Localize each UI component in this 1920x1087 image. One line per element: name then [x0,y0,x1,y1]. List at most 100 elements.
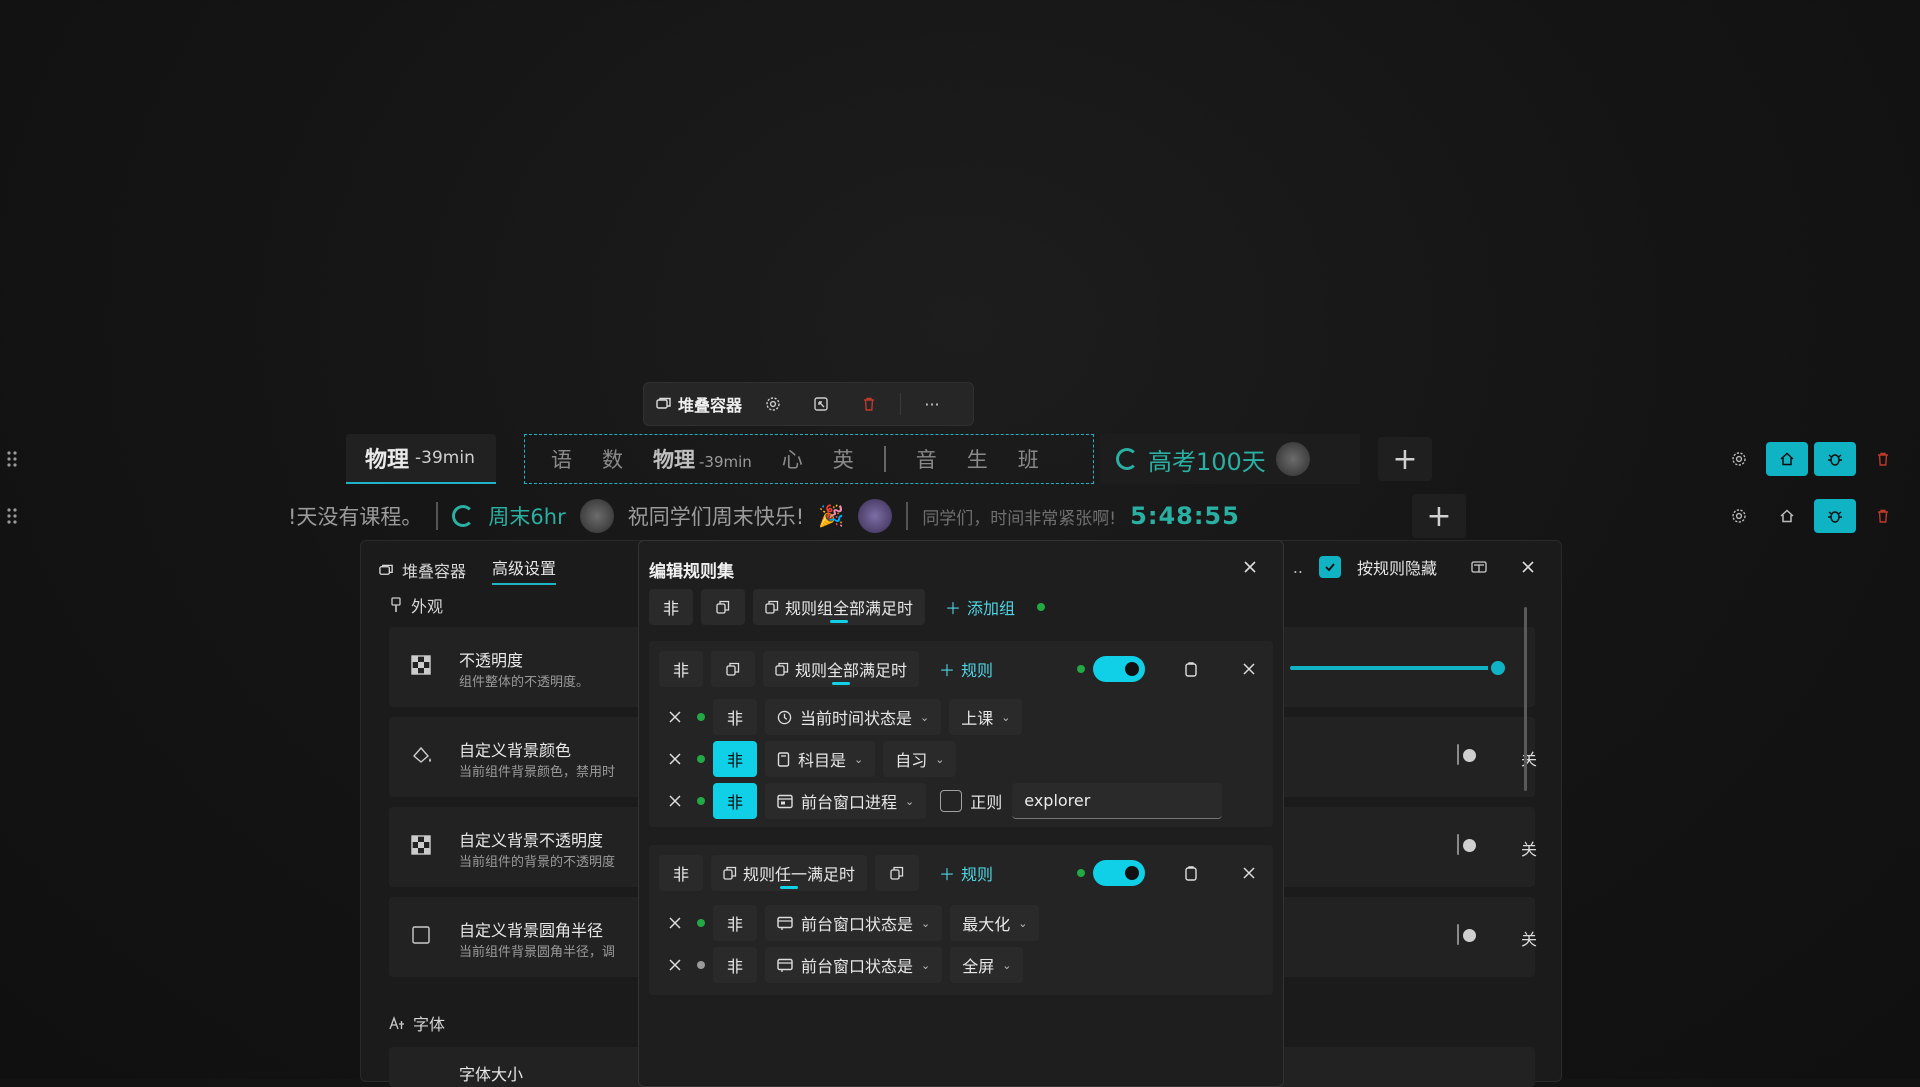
row-settings-button[interactable] [1718,499,1760,533]
not-toggle-button[interactable]: 非 [659,855,703,891]
add-rule-button[interactable]: ＋ 规则 [939,657,993,681]
close-icon [669,711,681,723]
ruleset-mode-row: 非 规则组全部满足时 ＋ 添加组 [649,589,1046,625]
status-dot [1077,869,1085,877]
current-subject-chip[interactable]: 物理 -39min [346,434,496,484]
not-toggle-button[interactable]: 非 [649,589,693,625]
drag-handle-icon[interactable] [6,450,22,470]
rule-value-dropdown[interactable]: 上课 ⌄ [949,699,1023,735]
regex-label: 正则 [970,793,1003,812]
bg-color-toggle[interactable] [1457,744,1459,765]
rule-value-dropdown[interactable]: 最大化 ⌄ [950,905,1040,941]
remove-rule-button[interactable] [661,951,689,979]
copy-group-button[interactable] [1177,859,1205,887]
row-debug-button[interactable] [1814,499,1856,533]
group-mode-dropdown[interactable]: 规则全部满足时 [763,651,920,687]
row2-items: !天没有课程。 周末6hr 祝同学们周末快乐! 🎉 同学们，时间非常紧张啊! 5… [288,491,1240,541]
bg-opacity-toggle[interactable] [1457,834,1459,855]
chevron-down-icon: ⌄ [935,752,945,766]
font-section: 字体 [389,1011,445,1035]
course-item: 语 [551,448,572,472]
setting-title: 自定义背景颜色 [459,741,572,760]
delete-group-button[interactable] [1235,859,1263,887]
regex-checkbox[interactable] [940,790,963,812]
group-enable-switch[interactable] [1093,860,1145,886]
row-home-button[interactable] [1766,499,1808,533]
copy-group-button[interactable] [1177,655,1205,683]
opacity-slider-track[interactable] [1290,666,1500,670]
copy-button[interactable] [701,589,745,625]
dialog-close-button[interactable] [1243,559,1263,579]
course-item: 心 [781,448,803,472]
rule-field-dropdown[interactable]: 科目是 ⌄ [765,741,876,777]
countdown-text: 高考100天 [1148,447,1266,476]
setting-subtitle: 组件整体的不透明度。 [459,675,590,690]
rule-field-dropdown[interactable]: 前台窗口进程 ⌄ [765,783,927,819]
exam-countdown[interactable]: 高考100天 [1100,434,1360,484]
copy-button[interactable] [875,855,920,891]
row-delete-button[interactable] [1862,442,1904,476]
plus-icon: ＋ [939,865,956,884]
drag-handle-icon[interactable] [6,507,22,527]
remove-rule-button[interactable] [661,787,689,815]
process-name-input[interactable] [1012,783,1223,819]
copy-button[interactable] [711,651,755,687]
bg-radius-toggle[interactable] [1457,924,1459,945]
remove-rule-button[interactable] [661,909,689,937]
ruleset-mode-dropdown[interactable]: 规则组全部满足时 [753,589,926,625]
remove-rule-button[interactable] [661,745,689,773]
weekend-countdown[interactable]: 周末6hr [488,501,565,531]
trash-icon [861,396,877,412]
not-toggle-button[interactable]: 非 [713,699,757,735]
add-widget-button[interactable]: + [1412,494,1466,538]
copy-icon [723,866,737,880]
copy-icon [765,600,779,614]
toolbar-more-button[interactable]: ··· [915,389,949,419]
rule-value-dropdown[interactable]: 自习 ⌄ [883,741,957,777]
chevron-down-icon: ⌄ [854,752,864,766]
row-settings-button[interactable] [1718,442,1760,476]
tab-advanced-settings[interactable]: 高级设置 [492,555,557,585]
layout-icon[interactable] [1471,560,1487,574]
book-icon [777,751,790,767]
course-current-name: 物理 [653,448,695,472]
rule-value-label: 自习 [895,751,928,770]
row-delete-button[interactable] [1862,499,1904,533]
rule-field-dropdown[interactable]: 当前时间状态是 ⌄ [765,699,942,735]
remove-rule-button[interactable] [661,703,689,731]
not-toggle-button[interactable]: 非 [713,947,757,983]
close-icon[interactable] [1521,560,1535,574]
not-toggle-button[interactable]: 非 [659,651,703,687]
row-debug-button[interactable] [1814,442,1856,476]
hide-by-rule-checkbox[interactable] [1318,556,1341,578]
rule-field-dropdown[interactable]: 前台窗口状态是 ⌄ [765,947,943,983]
appearance-section: 外观 [389,593,443,617]
not-toggle-button-active[interactable]: 非 [713,741,757,777]
not-toggle-button-active[interactable]: 非 [713,783,757,819]
add-group-button[interactable]: ＋ 添加组 [945,595,1015,619]
widget-row-2: !天没有课程。 周末6hr 祝同学们周末快乐! 🎉 同学们，时间非常紧张啊! 5… [0,491,1920,543]
toolbar-settings-button[interactable] [756,389,790,419]
group-mode-dropdown[interactable]: 规则任一满足时 [711,855,868,891]
setting-title: 自定义背景不透明度 [459,831,604,850]
delete-group-button[interactable] [1235,655,1263,683]
course-schedule[interactable]: 语 数 物理 -39min 心 英 音 生 班 [524,434,1094,484]
toolbar-exit-button[interactable] [804,389,838,419]
add-widget-button[interactable]: + [1378,437,1432,481]
row-home-button[interactable] [1766,442,1808,476]
rule-row: 非 科目是 ⌄ 自习 ⌄ [661,741,957,777]
group-enable-switch[interactable] [1093,656,1145,682]
opacity-slider-thumb[interactable] [1488,658,1508,678]
progress-ring-icon [1116,448,1138,470]
settings-scrollbar[interactable] [1524,607,1527,791]
gear-icon [1731,508,1747,524]
tab-stack-container[interactable]: 堆叠容器 [379,558,466,582]
gear-icon [765,396,781,412]
toolbar-delete-button[interactable] [852,389,886,419]
rule-field-dropdown[interactable]: 前台窗口状态是 ⌄ [765,905,943,941]
not-toggle-button[interactable]: 非 [713,905,757,941]
home-icon [1779,451,1795,467]
rule-value-dropdown[interactable]: 全屏 ⌄ [950,947,1024,983]
add-rule-button[interactable]: ＋ 规则 [939,861,993,885]
avatar [1275,442,1310,476]
